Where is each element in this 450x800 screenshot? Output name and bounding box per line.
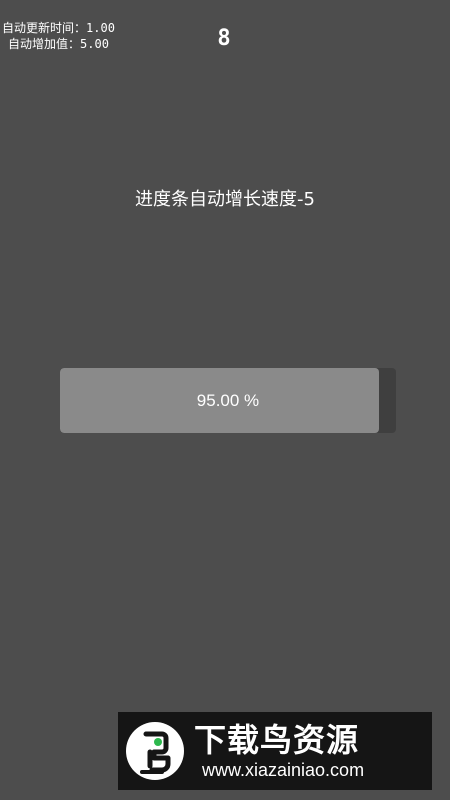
update-interval-label: 自动更新时间： <box>2 21 87 35</box>
bird-logo-icon <box>126 722 184 780</box>
debug-info: 自动更新时间： 1.00 自动增加值： 5.00 <box>2 20 115 52</box>
watermark-banner: 下载鸟资源 www.xiazainiao.com <box>118 712 432 790</box>
watermark-url: www.xiazainiao.com <box>202 760 365 780</box>
progress-bar[interactable]: 95.00 % <box>60 368 396 433</box>
progress-text: 95.00 % <box>196 391 260 410</box>
update-interval-value: 1.00 <box>86 21 115 35</box>
increment-label: 自动增加值： <box>8 37 81 51</box>
speed-label: 进度条自动增长速度-5 <box>135 189 315 210</box>
watermark-title: 下载鸟资源 <box>194 721 360 759</box>
update-interval-line: 自动更新时间： 1.00 <box>2 20 115 36</box>
watermark-text: 下载鸟资源 www.xiazainiao.com <box>194 721 364 781</box>
increment-line: 自动增加值： 5.00 <box>2 36 115 52</box>
increment-value: 5.00 <box>80 37 109 51</box>
counter-value: 8 <box>217 26 231 51</box>
